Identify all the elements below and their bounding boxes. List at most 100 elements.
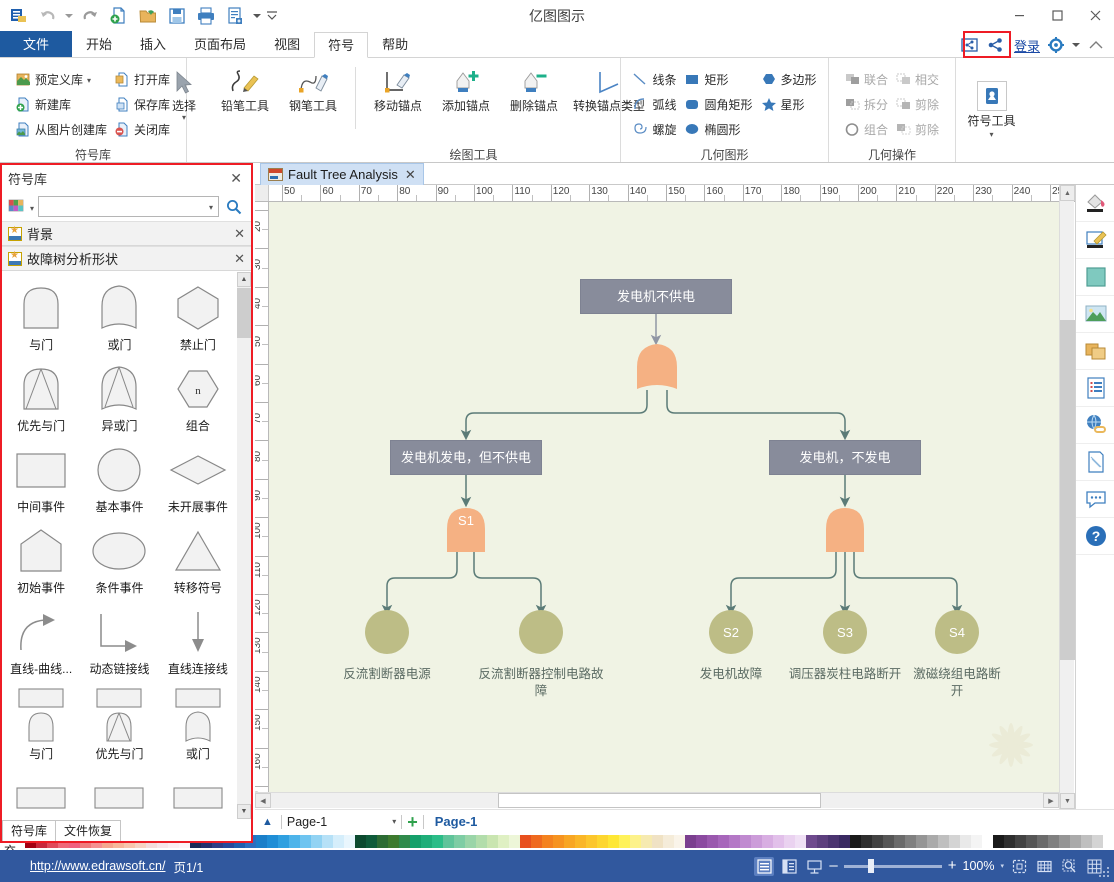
color-swatch[interactable] — [366, 835, 377, 848]
node-basic-event-1[interactable] — [365, 610, 409, 654]
shape-item-undeveloped-event[interactable]: 未开展事件 — [159, 438, 237, 519]
new-library-button[interactable]: 新建库 — [12, 92, 111, 116]
shape-item-combo-or[interactable]: 或门 — [159, 681, 237, 766]
color-swatch[interactable] — [256, 835, 267, 848]
close-button[interactable] — [1076, 0, 1114, 31]
settings-dropdown-icon[interactable] — [1070, 34, 1082, 56]
color-swatch[interactable] — [388, 835, 399, 848]
symbol-panel-scrollbar[interactable]: ▲ ▼ — [237, 272, 251, 819]
gate-and-s1[interactable]: S1 — [444, 505, 488, 553]
notes-icon[interactable] — [1076, 444, 1114, 481]
symbol-search-box[interactable]: ▾ — [38, 196, 219, 217]
print-icon[interactable] — [193, 3, 219, 28]
color-swatch[interactable] — [476, 835, 487, 848]
canvas-horizontal-scrollbar[interactable]: ◀ ▶ — [255, 792, 1059, 808]
color-swatch[interactable] — [630, 835, 641, 848]
color-swatch[interactable] — [498, 835, 509, 848]
qat-dropdown-icon[interactable] — [251, 3, 262, 28]
fit-width-icon[interactable] — [1034, 857, 1054, 876]
color-swatch[interactable] — [872, 835, 883, 848]
node-top-event[interactable]: 发电机不供电 — [580, 279, 732, 314]
edraw-logo-icon[interactable] — [6, 3, 32, 28]
color-swatch[interactable] — [949, 835, 960, 848]
canvas-scroll-left-button[interactable]: ◀ — [255, 793, 271, 808]
undo-dropdown-icon[interactable] — [64, 3, 74, 28]
color-swatch[interactable] — [993, 835, 1004, 848]
fill-bucket-icon[interactable] — [1076, 185, 1114, 222]
canvas-scroll-h-thumb[interactable] — [498, 793, 821, 808]
color-swatch[interactable] — [278, 835, 289, 848]
zoom-slider[interactable] — [843, 859, 942, 873]
collapse-ribbon-icon[interactable] — [1084, 34, 1108, 56]
color-swatch[interactable] — [894, 835, 905, 848]
select-tool-caret-icon[interactable]: ▾ — [182, 114, 186, 122]
shape-item-straight-connector[interactable]: 直线连接线 — [159, 600, 237, 681]
color-swatch[interactable] — [960, 835, 971, 848]
color-swatch[interactable] — [773, 835, 784, 848]
horizontal-ruler[interactable]: 50 60 70 80 90 100 110 120 130 140 150 160 170 180 190… — [255, 185, 1100, 202]
ribbon-tab-insert[interactable]: 插入 — [126, 31, 180, 57]
picture-icon[interactable] — [1076, 296, 1114, 333]
color-swatch[interactable] — [597, 835, 608, 848]
node-left-event[interactable]: 发电机发电，但不供电 — [390, 440, 542, 475]
symbol-tool-button[interactable]: 符号工具 ▾ — [961, 78, 1023, 139]
split-button[interactable]: 拆分 — [841, 92, 892, 116]
node-basic-event-s4[interactable]: S4 — [935, 610, 979, 654]
document-tab-fault-tree[interactable]: Fault Tree Analysis ✕ — [260, 163, 424, 185]
create-library-from-image-button[interactable]: 从图片创建库 — [12, 117, 111, 141]
canvas-scroll-up-button[interactable]: ▲ — [1060, 185, 1075, 201]
color-swatch[interactable] — [553, 835, 564, 848]
add-page-button[interactable]: + — [407, 813, 418, 831]
qat-customize-icon[interactable] — [265, 3, 279, 28]
union-button[interactable]: 联合 — [841, 67, 892, 91]
shape-item-partial-2[interactable] — [80, 766, 158, 819]
normal-view-icon[interactable] — [754, 856, 775, 876]
predefined-library-caret-icon[interactable]: ▾ — [87, 76, 91, 85]
shape-item-basic-event[interactable]: 基本事件 — [80, 438, 158, 519]
line-pen-icon[interactable] — [1076, 222, 1114, 259]
color-swatch[interactable] — [564, 835, 575, 848]
vertical-ruler[interactable]: 2030405060708090100110120130140150160170 — [255, 202, 269, 792]
scroll-thumb[interactable] — [237, 288, 251, 338]
ribbon-tab-view[interactable]: 视图 — [260, 31, 314, 57]
shape-item-combo-priority-and[interactable]: 优先与门 — [80, 681, 158, 766]
diagram-canvas[interactable]: 发电机不供电 发电机发电，但不供电 发电机，不发电 S1 S2 S3 S4 反流… — [269, 202, 1059, 792]
color-swatch[interactable] — [586, 835, 597, 848]
ribbon-tab-file[interactable]: 文件 — [0, 31, 73, 57]
ribbon-tab-symbol[interactable]: 符号 — [314, 32, 369, 58]
scroll-up-button[interactable]: ▲ — [237, 272, 251, 287]
color-swatch[interactable] — [828, 835, 839, 848]
arc-shape-button[interactable]: 弧线 — [628, 92, 680, 116]
login-link[interactable]: 登录 — [1014, 36, 1040, 55]
color-swatch[interactable] — [432, 835, 443, 848]
hyperlink-globe-icon[interactable] — [1076, 407, 1114, 444]
save-icon[interactable] — [164, 3, 190, 28]
color-swatch[interactable] — [971, 835, 982, 848]
presentation-view-icon[interactable] — [804, 857, 824, 876]
library-chooser-icon[interactable] — [8, 198, 26, 216]
ellipse-shape-button[interactable]: 椭圆形 — [680, 117, 756, 141]
shape-item-partial-1[interactable] — [2, 766, 80, 819]
color-swatch[interactable] — [542, 835, 553, 848]
color-swatch[interactable] — [641, 835, 652, 848]
color-swatch[interactable] — [839, 835, 850, 848]
color-swatch[interactable] — [729, 835, 740, 848]
color-swatch[interactable] — [421, 835, 432, 848]
color-swatch[interactable] — [454, 835, 465, 848]
shape-item-xor-gate[interactable]: 异或门 — [80, 357, 158, 438]
gate-and-right[interactable] — [823, 505, 867, 553]
maximize-button[interactable] — [1038, 0, 1076, 31]
star-shape-button[interactable]: 星形 — [757, 92, 821, 116]
color-swatch[interactable] — [707, 835, 718, 848]
zoom-in-button[interactable]: + — [948, 858, 957, 873]
shape-item-condition-event[interactable]: 条件事件 — [80, 519, 158, 600]
canvas-scroll-down-button[interactable]: ▼ — [1060, 793, 1075, 809]
symbol-library-category-background[interactable]: 背景 ✕ — [2, 221, 251, 246]
website-link[interactable]: http://www.edrawsoft.cn/ — [30, 859, 165, 873]
ribbon-tab-home[interactable]: 开始 — [72, 31, 126, 57]
shape-item-dynamic-connector[interactable]: 动态链接线 — [80, 600, 158, 681]
color-swatch[interactable] — [487, 835, 498, 848]
color-swatch[interactable] — [1103, 835, 1114, 848]
node-basic-event-2[interactable] — [519, 610, 563, 654]
color-swatch[interactable] — [399, 835, 410, 848]
